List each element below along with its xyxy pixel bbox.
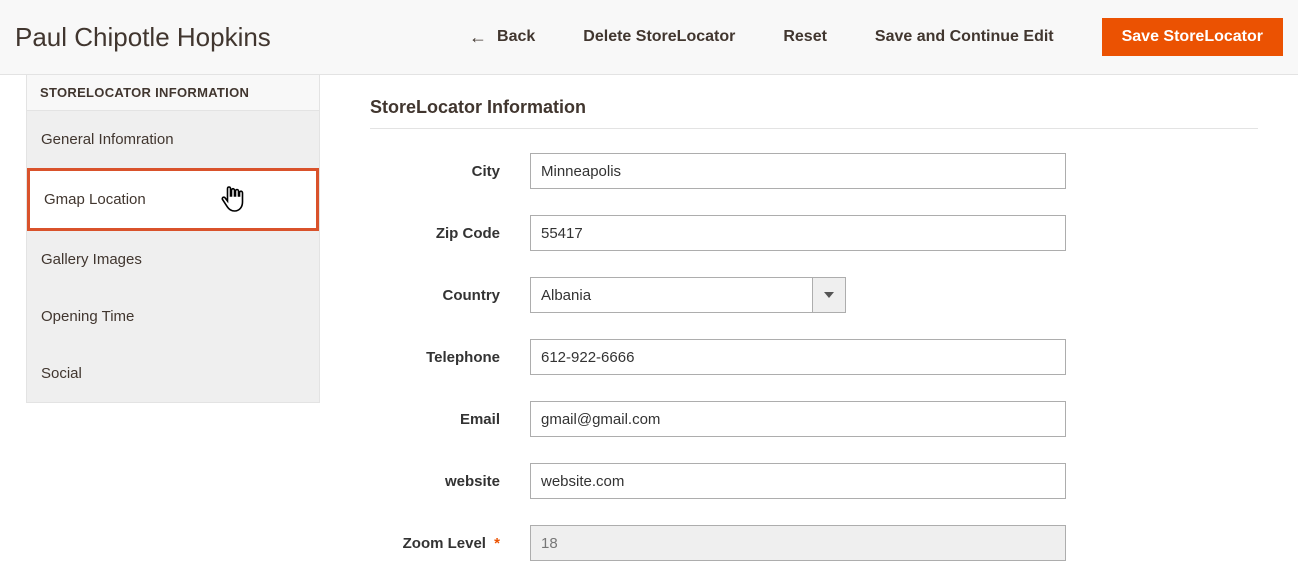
caret-down-icon	[824, 292, 834, 298]
delete-button-label: Delete StoreLocator	[583, 28, 735, 46]
sidebar-tab-gallery[interactable]: Gallery Images	[27, 231, 319, 288]
label-country: Country	[370, 287, 530, 304]
select-country[interactable]	[530, 277, 846, 313]
page-header: Paul Chipotle Hopkins ← Back Delete Stor…	[0, 0, 1298, 75]
header-actions: ← Back Delete StoreLocator Reset Save an…	[469, 18, 1283, 56]
sidebar-tab-general[interactable]: General Infomration	[27, 111, 319, 168]
row-city: City	[370, 153, 1258, 189]
row-country: Country	[370, 277, 1258, 313]
sidebar-tab-social[interactable]: Social	[27, 345, 319, 402]
select-country-value[interactable]	[530, 277, 812, 313]
input-email[interactable]	[530, 401, 1066, 437]
page-title: Paul Chipotle Hopkins	[15, 22, 271, 53]
save-continue-button[interactable]: Save and Continue Edit	[875, 28, 1054, 46]
row-zoom: Zoom Level *	[370, 525, 1258, 561]
input-zip[interactable]	[530, 215, 1066, 251]
back-button-label: Back	[497, 28, 535, 46]
select-country-toggle[interactable]	[812, 277, 846, 313]
cursor-hand-icon	[220, 185, 246, 217]
save-continue-label: Save and Continue Edit	[875, 28, 1054, 46]
sidebar-tab-gmap[interactable]: Gmap Location	[27, 168, 319, 231]
label-zip: Zip Code	[370, 225, 530, 242]
input-zoom[interactable]	[530, 525, 1066, 561]
label-telephone: Telephone	[370, 349, 530, 366]
label-website: website	[370, 473, 530, 490]
save-button[interactable]: Save StoreLocator	[1102, 18, 1283, 56]
reset-button[interactable]: Reset	[783, 28, 827, 46]
section-title: StoreLocator Information	[370, 97, 1258, 129]
row-website: website	[370, 463, 1258, 499]
label-city: City	[370, 163, 530, 180]
reset-button-label: Reset	[783, 28, 827, 46]
sidebar-tab-label: Opening Time	[41, 308, 134, 325]
label-zoom: Zoom Level *	[370, 535, 530, 552]
sidebar-tab-label: Gmap Location	[44, 191, 146, 208]
sidebar-panel: STORELOCATOR INFORMATION General Infomra…	[26, 75, 320, 403]
sidebar-panel-title: STORELOCATOR INFORMATION	[27, 75, 319, 111]
sidebar-tab-opening[interactable]: Opening Time	[27, 288, 319, 345]
back-button[interactable]: ← Back	[469, 28, 535, 46]
input-city[interactable]	[530, 153, 1066, 189]
arrow-left-icon: ←	[469, 28, 487, 46]
sidebar-tab-label: Gallery Images	[41, 251, 142, 268]
input-website[interactable]	[530, 463, 1066, 499]
label-email: Email	[370, 411, 530, 428]
delete-button[interactable]: Delete StoreLocator	[583, 28, 735, 46]
sidebar-tab-label: General Infomration	[41, 131, 174, 148]
input-telephone[interactable]	[530, 339, 1066, 375]
row-email: Email	[370, 401, 1258, 437]
sidebar: STORELOCATOR INFORMATION General Infomra…	[0, 75, 320, 559]
row-telephone: Telephone	[370, 339, 1258, 375]
save-button-label: Save StoreLocator	[1122, 28, 1263, 46]
body-layout: STORELOCATOR INFORMATION General Infomra…	[0, 75, 1298, 559]
label-zoom-text: Zoom Level	[403, 535, 486, 552]
main-content: StoreLocator Information City Zip Code C…	[320, 75, 1298, 559]
row-zip: Zip Code	[370, 215, 1258, 251]
required-asterisk-icon: *	[494, 535, 500, 552]
sidebar-tab-label: Social	[41, 365, 82, 382]
